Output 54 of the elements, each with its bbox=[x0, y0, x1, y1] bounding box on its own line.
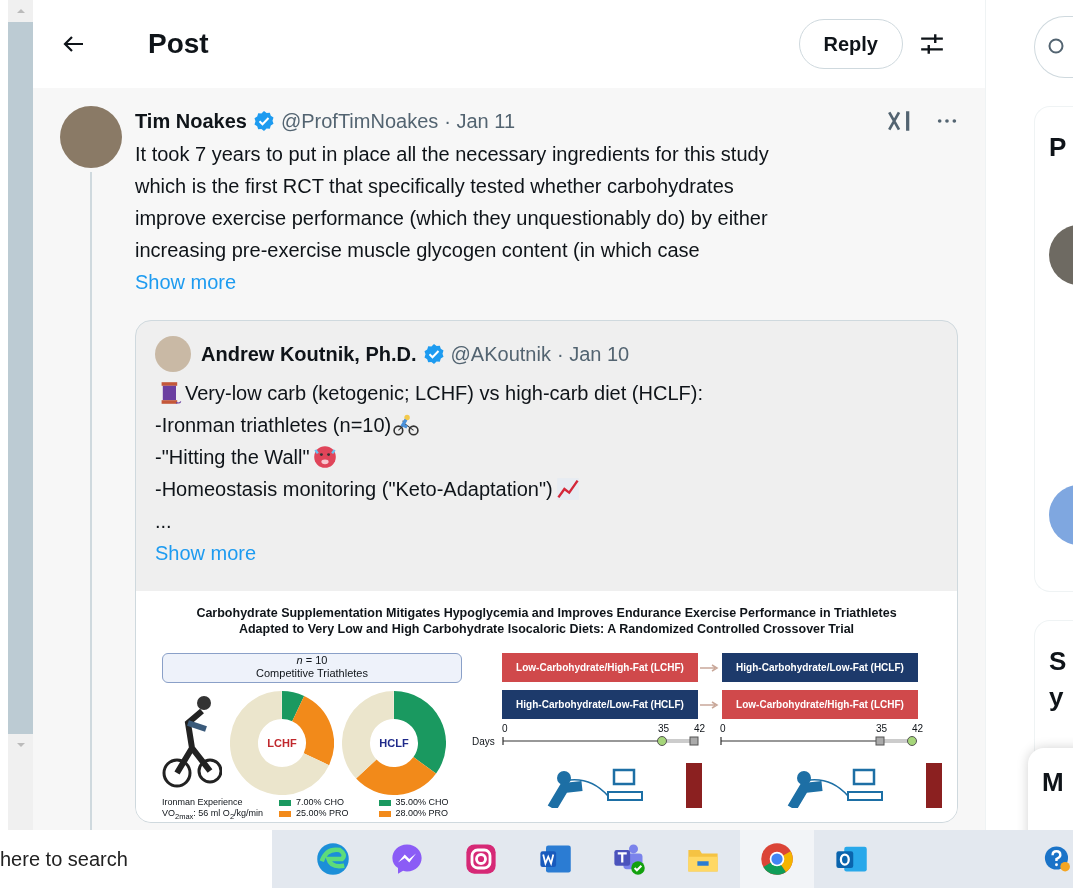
page-title: Post bbox=[148, 28, 210, 60]
post-text: It took 7 years to put in place all the necessary ingredients for this study which is the first RCT that specifically tested whether carbohydrates improve exercise performance (which they unquestionably do) by either increasing pre-exercise muscle glycogen content (in which case bbox=[135, 142, 770, 263]
author-name: Andrew Koutnik, Ph.D. bbox=[201, 342, 417, 366]
settings-sliders-icon[interactable] bbox=[919, 31, 945, 57]
author-name[interactable]: Tim Noakes bbox=[135, 109, 247, 133]
athlete-info-text: VO$_{2max}$: 56 ml O$_{2}$/kg/min bbox=[162, 808, 264, 822]
tick-label: 0 bbox=[720, 723, 726, 734]
legend-label: 28.00% PRO bbox=[395, 808, 449, 819]
cohort-size: n = 10 bbox=[296, 654, 328, 667]
tick-label: 35 bbox=[876, 723, 888, 734]
tick-label: 42 bbox=[912, 723, 924, 734]
tick-label: 0 bbox=[502, 723, 508, 734]
post-date: · Jan 10 bbox=[556, 342, 630, 366]
diet-label: LCHF bbox=[267, 737, 297, 749]
taskbar-app-button[interactable] bbox=[740, 830, 815, 888]
arrow-icon bbox=[700, 663, 720, 672]
wave-swirl-icon bbox=[315, 841, 352, 877]
legend-label: 25.00% PRO bbox=[296, 808, 349, 819]
post-text-line: -Homeostasis monitoring ("Keto-Adaptation") bbox=[155, 477, 553, 502]
cohort-label: Competitive Triathletes bbox=[256, 667, 368, 680]
tick-label: 35 bbox=[658, 723, 670, 734]
slash-logo-icon[interactable] bbox=[886, 108, 912, 134]
card-heading: P bbox=[1049, 131, 1068, 164]
diet-phase-box: Low-Carbohydrate/High-Fat (LCHF) bbox=[722, 690, 918, 719]
diet-phase-box: Low-Carbohydrate/High-Fat (LCHF) bbox=[502, 653, 698, 682]
messages-drawer[interactable]: M bbox=[1028, 748, 1073, 830]
legend-label: 7.00% CHO bbox=[296, 797, 345, 808]
post-date[interactable]: · Jan 11 bbox=[444, 109, 516, 133]
arrow-icon bbox=[700, 700, 720, 709]
axis-label: Days bbox=[472, 736, 496, 747]
reply-button[interactable]: Reply bbox=[798, 19, 903, 69]
author-handle[interactable]: @ProfTimNoakes bbox=[280, 109, 439, 133]
post-text-line: -"Hitting the Wall" bbox=[155, 445, 310, 470]
post-text-line: ... bbox=[155, 509, 172, 534]
diet-phase-box: High-Carbohydrate/Low-Fat (HCLF) bbox=[722, 653, 918, 682]
post-text-line: Very-low carb (ketogenic; LCHF) vs high-carb diet (HCLF): bbox=[185, 381, 703, 406]
card-heading: S y bbox=[1049, 645, 1068, 714]
athlete-info-text: Ironman Experience bbox=[162, 797, 244, 808]
diet-phase-box: High-Carbohydrate/Low-Fat (HCLF) bbox=[502, 690, 698, 719]
figure-title: Carbohydrate Supplementation Mitigates Hypoglycemia and Improves Endurance Exercise Performance in Triathletes Adapted to Very Low and High Carbohydrate Isocaloric Diets: A Randomized Controlled Crossover Trial bbox=[195, 605, 898, 637]
taskbar-search-field[interactable]: here to search bbox=[0, 830, 273, 888]
quoted-post-card[interactable] bbox=[135, 320, 958, 823]
more-options-icon[interactable] bbox=[936, 117, 958, 125]
brick-wall-drawing bbox=[926, 763, 942, 808]
brick-wall-drawing bbox=[686, 763, 702, 808]
legend-label: 35.00% CHO bbox=[395, 797, 449, 808]
messages-title: M bbox=[1042, 767, 1064, 797]
attached-figure[interactable] bbox=[136, 591, 957, 822]
diet-label: HCLF bbox=[379, 737, 409, 749]
author-handle: @AKoutnik bbox=[450, 342, 551, 366]
team-chat-icon bbox=[611, 841, 648, 877]
post-text-line: -Ironman triathletes (n=10) bbox=[155, 413, 392, 438]
circle-logo-icon bbox=[759, 841, 796, 877]
tick-label: 42 bbox=[694, 723, 706, 734]
